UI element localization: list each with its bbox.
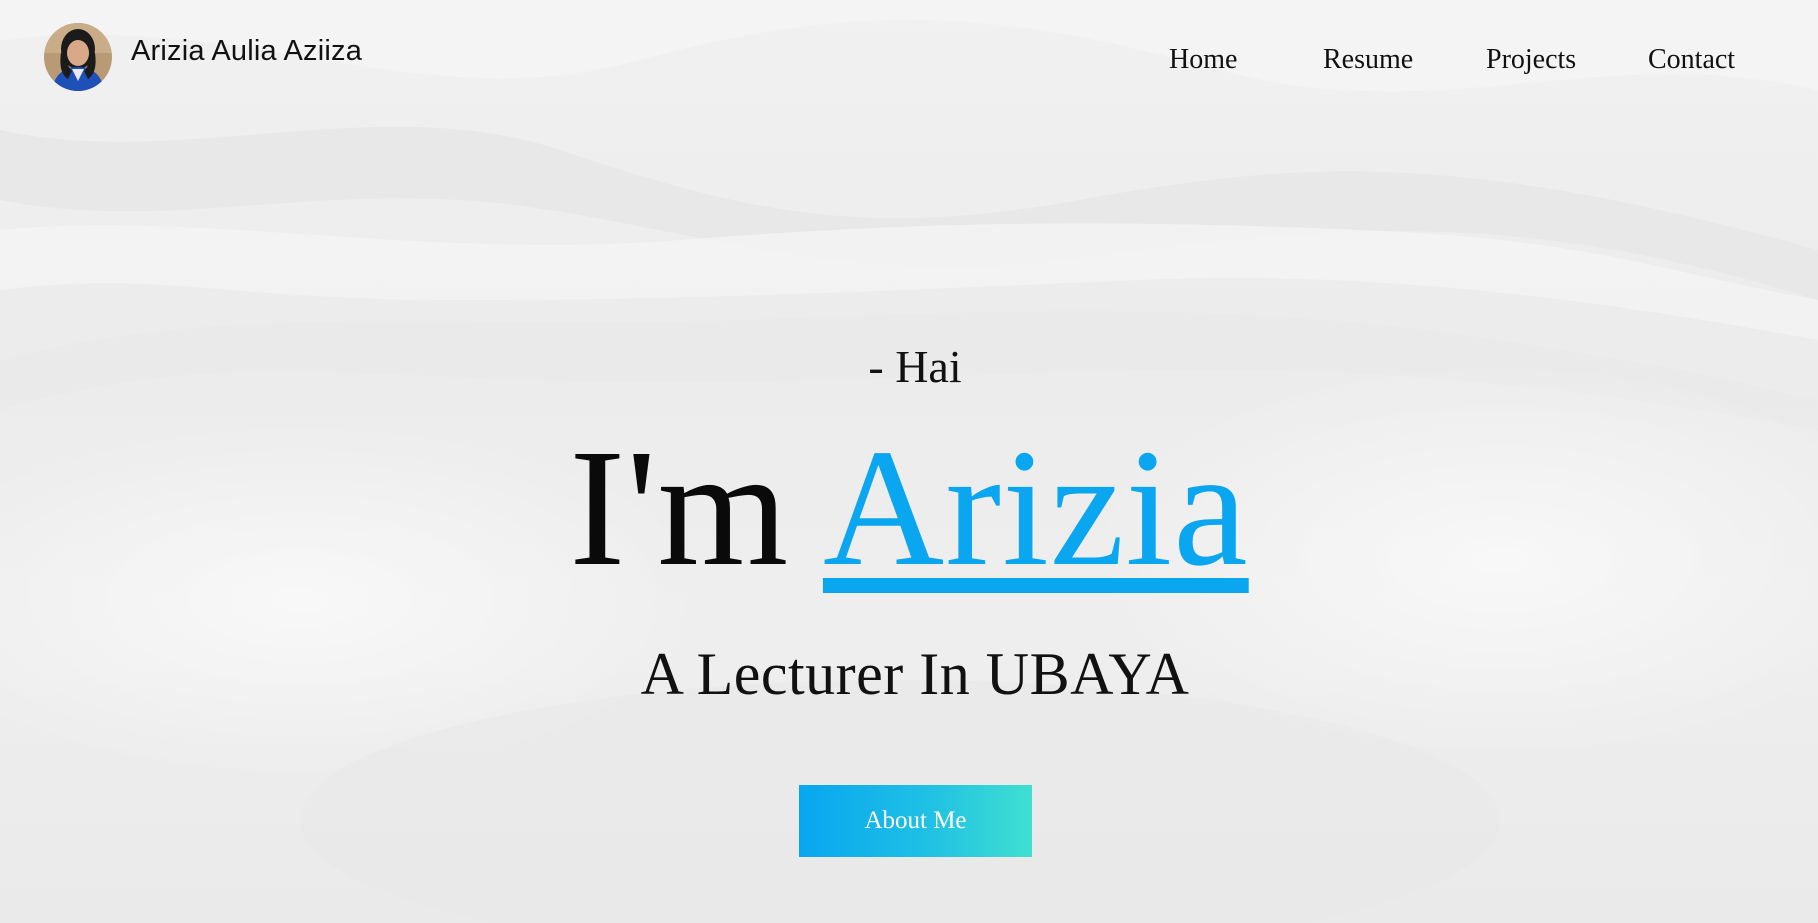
nav-resume[interactable]: Resume — [1323, 44, 1413, 76]
about-me-button[interactable]: About Me — [799, 785, 1032, 857]
brand-name: Arizia Aulia Aziiza — [131, 34, 363, 67]
site-header: Arizia Aulia Aziiza Home Resume Projects… — [0, 0, 1818, 110]
nav-projects[interactable]: Projects — [1486, 44, 1576, 76]
avatar — [44, 23, 112, 91]
main-nav: Home Resume Projects Contact — [1140, 44, 1780, 84]
headline-prefix: I'm — [569, 415, 790, 601]
hero-subtitle: A Lecturer In UBAYA — [640, 641, 1190, 707]
brand-link[interactable]: Arizia Aulia Aziiza — [44, 22, 362, 92]
headline-name: Arizia — [822, 415, 1249, 601]
hero-headline: I'm Arizia — [0, 418, 1818, 598]
profile-photo-icon — [44, 23, 112, 91]
hero-greeting: - Hai — [868, 341, 962, 392]
nav-home[interactable]: Home — [1169, 44, 1237, 76]
hero-section: - Hai I'm Arizia A Lecturer In UBAYA Abo… — [0, 0, 1818, 923]
nav-contact[interactable]: Contact — [1648, 44, 1735, 76]
